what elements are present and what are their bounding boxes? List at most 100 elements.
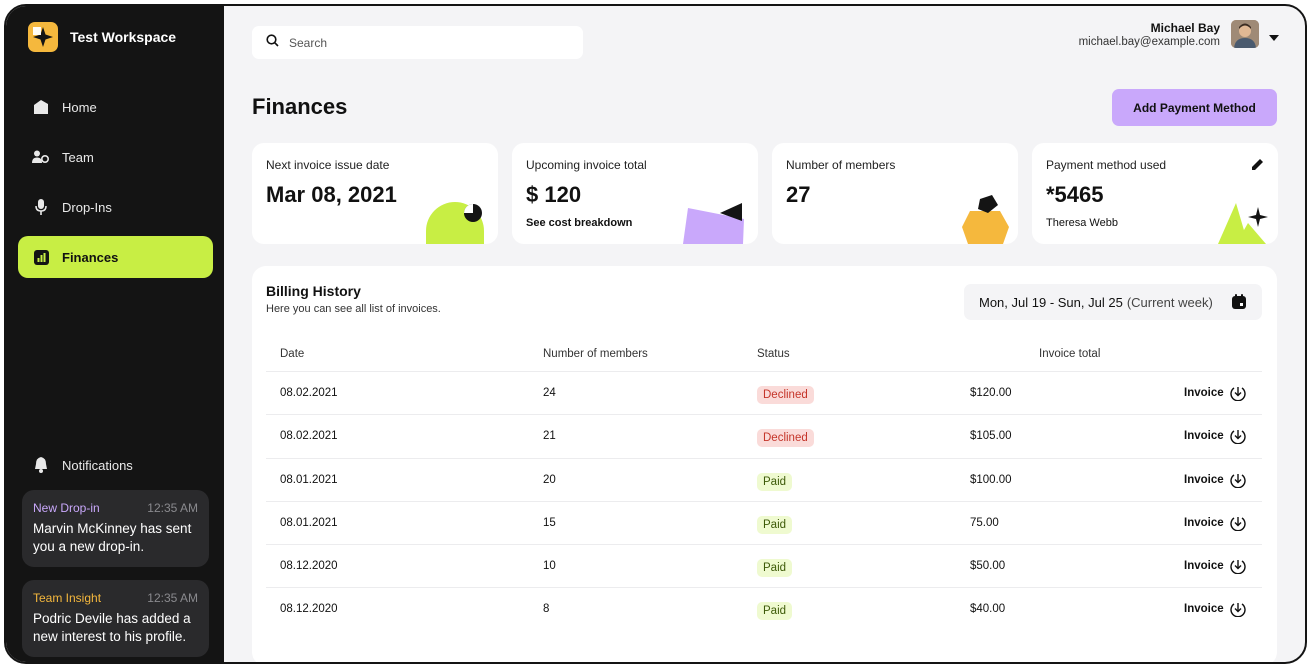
sidebar-item-label: Drop-Ins <box>62 199 112 215</box>
invoice-label: Invoice <box>1184 517 1224 529</box>
avatar[interactable] <box>1231 20 1259 48</box>
stat-card-members: Number of members 27 <box>772 143 1018 244</box>
column-header-invoice-total: Invoice total <box>1039 348 1101 360</box>
status-badge: Paid <box>757 559 793 577</box>
download-icon <box>1229 517 1246 531</box>
notification-card[interactable]: New Drop-in 12:35 AM Marvin McKinney has… <box>22 490 209 567</box>
invoice-date: 08.01.2021 <box>280 517 338 529</box>
home-icon <box>32 98 50 116</box>
invoice-date: 08.02.2021 <box>280 430 338 442</box>
member-count: 24 <box>543 387 556 399</box>
invoice-total: 75.00 <box>970 517 999 529</box>
invoice-label: Invoice <box>1184 474 1224 486</box>
billing-history-subtitle: Here you can see all list of invoices. <box>266 303 441 315</box>
notification-message: Podric Devile has added a new interest t… <box>33 611 191 644</box>
notification-time: 12:35 AM <box>147 591 198 605</box>
add-payment-method-button[interactable]: Add Payment Method <box>1112 89 1277 126</box>
week-note: (Current week) <box>1126 294 1213 310</box>
notification-time: 12:35 AM <box>147 501 198 515</box>
invoice-date: 08.12.2020 <box>280 560 338 572</box>
page-title: Finances <box>252 94 348 119</box>
status-badge: Paid <box>757 473 793 491</box>
app-frame: Test Workspace Home Team Drop-Ins Financ… <box>4 4 1307 664</box>
sidebar-item-label: Finances <box>62 249 119 265</box>
notification-type: Team Insight <box>33 591 102 605</box>
status-badge: Declined <box>757 429 814 447</box>
user-name: Michael Bay <box>1150 20 1220 35</box>
invoice-date: 08.01.2021 <box>280 474 338 486</box>
stat-card-upcoming-total: Upcoming invoice total $ 120 See cost br… <box>512 143 758 244</box>
row-divider <box>266 458 1262 459</box>
decorative-shape-icon <box>426 202 484 244</box>
column-header-members: Number of members <box>543 348 648 360</box>
download-invoice-button[interactable]: Invoice <box>1184 601 1246 617</box>
column-header-status: Status <box>757 348 790 360</box>
calendar-icon <box>1232 294 1246 312</box>
sidebar: Test Workspace Home Team Drop-Ins Financ… <box>6 6 224 662</box>
sidebar-item-finances[interactable]: Finances <box>18 236 213 278</box>
download-invoice-button[interactable]: Invoice <box>1184 385 1246 401</box>
notifications-header[interactable]: Notifications <box>32 456 133 474</box>
decorative-shape-icon <box>1218 203 1268 244</box>
billing-history-panel: Billing History Here you can see all lis… <box>252 266 1277 662</box>
notification-message: Marvin McKinney has sent you a new drop-… <box>33 521 192 554</box>
invoice-total: $120.00 <box>970 387 1012 399</box>
row-divider <box>266 501 1262 502</box>
row-divider <box>266 371 1262 372</box>
stat-card-next-invoice: Next invoice issue date Mar 08, 2021 <box>252 143 498 244</box>
bell-icon <box>32 456 50 474</box>
sidebar-item-label: Team <box>62 149 94 165</box>
search-bar[interactable] <box>252 26 583 59</box>
status-badge: Paid <box>757 602 793 620</box>
stat-card-payment-method: Payment method used *5465 Theresa Webb <box>1032 143 1278 244</box>
download-invoice-button[interactable]: Invoice <box>1184 558 1246 574</box>
invoice-label: Invoice <box>1184 560 1224 572</box>
download-icon <box>1229 430 1246 444</box>
status-badge: Paid <box>757 516 793 534</box>
invoice-label: Invoice <box>1184 387 1224 399</box>
sidebar-item-team[interactable]: Team <box>18 136 213 178</box>
download-icon <box>1229 387 1246 401</box>
sidebar-item-label: Home <box>62 99 97 115</box>
invoice-label: Invoice <box>1184 430 1224 442</box>
user-email: michael.bay@example.com <box>1078 35 1220 48</box>
sidebar-item-drop-ins[interactable]: Drop-Ins <box>18 186 213 228</box>
invoice-total: $50.00 <box>970 560 1006 572</box>
download-icon <box>1229 560 1246 574</box>
notifications-label: Notifications <box>62 457 133 473</box>
member-count: 15 <box>543 517 556 529</box>
invoice-total: $100.00 <box>970 474 1012 486</box>
week-range: Mon, Jul 19 - Sun, Jul 25 <box>979 294 1123 310</box>
invoice-date: 08.12.2020 <box>280 603 338 615</box>
team-icon <box>32 148 50 166</box>
microphone-icon <box>32 198 50 216</box>
search-input[interactable] <box>289 35 569 50</box>
member-count: 8 <box>543 603 550 615</box>
search-icon <box>266 33 279 52</box>
download-invoice-button[interactable]: Invoice <box>1184 428 1246 444</box>
member-count: 20 <box>543 474 556 486</box>
status-badge: Declined <box>757 386 814 404</box>
column-header-date: Date <box>280 348 305 360</box>
workspace-name: Test Workspace <box>70 29 177 45</box>
member-count: 10 <box>543 560 556 572</box>
workspace-logo-icon <box>28 22 58 52</box>
notification-card[interactable]: Team Insight 12:35 AM Podric Devile has … <box>22 580 209 657</box>
invoice-total: $40.00 <box>970 603 1006 615</box>
notification-type: New Drop-in <box>33 501 100 515</box>
invoice-total: $105.00 <box>970 430 1012 442</box>
download-icon <box>1229 603 1246 617</box>
row-divider <box>266 587 1262 588</box>
week-range-picker[interactable]: Mon, Jul 19 - Sun, Jul 25 (Current week) <box>964 284 1262 320</box>
download-invoice-button[interactable]: Invoice <box>1184 472 1246 488</box>
download-icon <box>1229 474 1246 488</box>
chevron-down-icon[interactable] <box>1269 28 1279 46</box>
user-menu[interactable]: Michael Bay michael.bay@example.com <box>1079 20 1259 48</box>
row-divider <box>266 544 1262 545</box>
invoice-date: 08.02.2021 <box>280 387 338 399</box>
workspace-switcher[interactable]: Test Workspace <box>28 22 176 52</box>
download-invoice-button[interactable]: Invoice <box>1184 515 1246 531</box>
row-divider <box>266 414 1262 415</box>
member-count: 21 <box>543 430 556 442</box>
sidebar-item-home[interactable]: Home <box>18 86 213 128</box>
